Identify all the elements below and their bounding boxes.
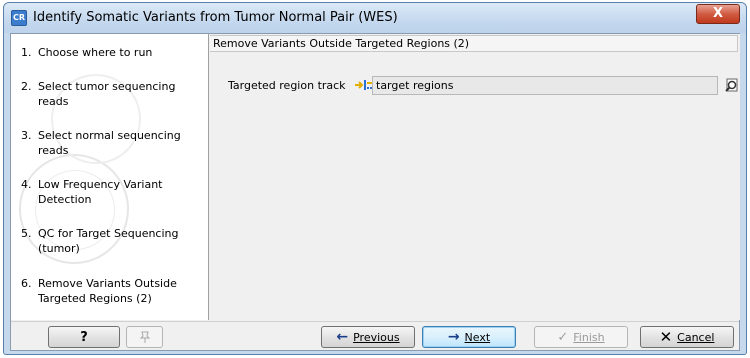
annotation-track-icon — [355, 80, 372, 90]
close-x-icon: ✕ — [659, 328, 673, 346]
step-number: 1. — [21, 46, 32, 59]
step-label: Low Frequency Variant Detection — [38, 178, 163, 206]
targeted-region-track-field[interactable]: target regions — [372, 76, 718, 95]
previous-label: Previous — [353, 330, 400, 344]
finish-label: Finish — [573, 330, 605, 344]
previous-button[interactable]: ← Previous — [321, 326, 415, 348]
step-label: Select tumor sequencing reads — [38, 80, 176, 108]
step-label: Choose where to run — [38, 46, 153, 59]
dialog-footer: ? ← Previous → Next ✓ Finish ✕ Cancel — [11, 321, 739, 350]
step-number: 4. — [21, 178, 32, 191]
step-label: Select normal sequencing reads — [38, 129, 181, 157]
pin-icon — [139, 331, 150, 343]
finish-button[interactable]: ✓ Finish — [534, 326, 628, 348]
window-title: Identify Somatic Variants from Tumor Nor… — [33, 10, 398, 25]
next-label: Next — [464, 330, 491, 344]
checkmark-icon: ✓ — [557, 329, 569, 345]
step-number: 2. — [21, 80, 32, 93]
dialog-client-area: 1. Choose where to run 2. Select tumor s… — [10, 33, 740, 351]
close-button[interactable]: X — [696, 4, 740, 24]
step-number: 6. — [21, 277, 32, 290]
cancel-label: Cancel — [677, 330, 715, 344]
cancel-button[interactable]: ✕ Cancel — [640, 326, 734, 348]
browse-magnifier-icon[interactable] — [724, 77, 740, 93]
pin-button[interactable] — [126, 326, 163, 348]
help-label: ? — [80, 329, 88, 345]
title-bar[interactable]: CR Identify Somatic Variants from Tumor … — [4, 3, 746, 33]
targeted-region-track-label: Targeted region track — [228, 79, 346, 92]
app-icon: CR — [11, 10, 27, 26]
panel-header: Remove Variants Outside Targeted Regions… — [210, 35, 738, 52]
help-button[interactable]: ? — [48, 326, 120, 348]
wizard-steps-panel: 1. Choose where to run 2. Select tumor s… — [11, 34, 209, 320]
arrow-right-icon: → — [447, 329, 460, 345]
dialog-window: CR Identify Somatic Variants from Tumor … — [3, 2, 747, 355]
step-number: 3. — [21, 129, 32, 142]
next-button[interactable]: → Next — [422, 326, 516, 348]
step-content-panel: Remove Variants Outside Targeted Regions… — [210, 34, 740, 320]
step-label: QC for Target Sequencing (tumor) — [38, 227, 179, 255]
step-number: 5. — [21, 227, 32, 240]
arrow-left-icon: ← — [336, 329, 349, 345]
step-label: Remove Variants Outside Targeted Regions… — [38, 277, 177, 305]
